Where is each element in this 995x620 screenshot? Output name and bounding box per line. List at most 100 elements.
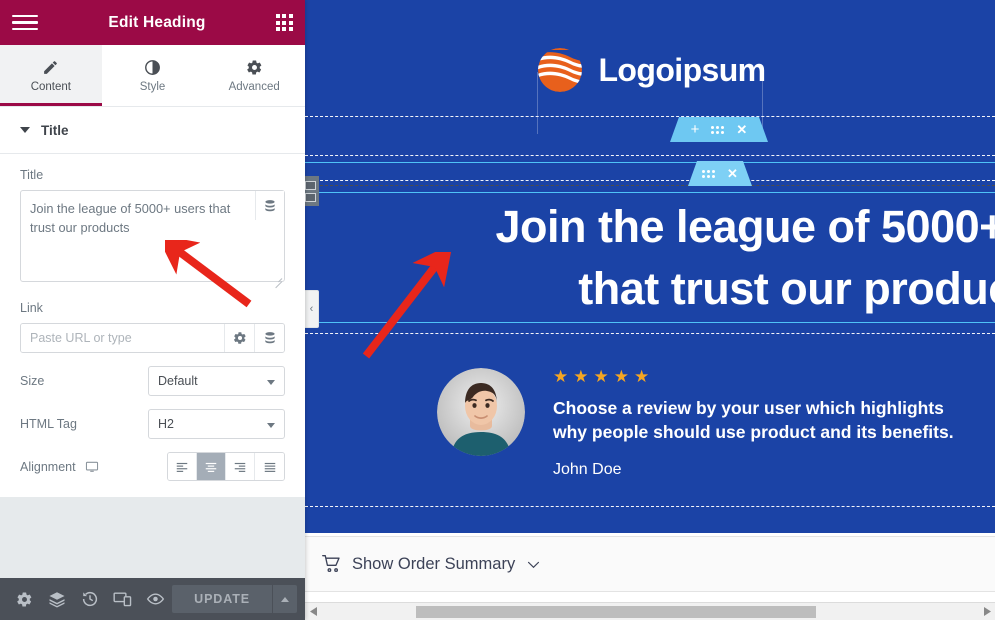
layers-icon [49, 592, 65, 608]
chevron-down-icon[interactable] [525, 556, 542, 573]
testimonial-review-line2: why people should use product and its be… [553, 422, 954, 442]
star-icon: ★ [573, 367, 589, 386]
title-dynamic-tags-button[interactable] [255, 191, 284, 220]
footer-history-button[interactable] [74, 578, 107, 620]
title-textarea[interactable] [20, 190, 285, 282]
tab-style[interactable]: Style [102, 45, 204, 106]
update-button[interactable]: UPDATE [172, 585, 273, 613]
dots-grid-icon[interactable] [702, 170, 715, 178]
html-tag-select-value: H2 [158, 417, 174, 431]
database-stack-icon [265, 199, 275, 211]
section-guide-mid [305, 155, 995, 156]
align-right-icon [234, 462, 246, 472]
tab-content[interactable]: Content [0, 45, 102, 106]
elementor-editor: Edit Heading Content Style Advanced Titl… [0, 0, 995, 620]
gear-icon [17, 591, 32, 607]
chevron-down-icon [267, 380, 275, 385]
footer-responsive-button[interactable] [106, 578, 139, 620]
align-right-button[interactable] [226, 453, 255, 480]
desktop-icon[interactable] [85, 460, 99, 474]
scroll-right-arrow[interactable] [979, 607, 995, 616]
align-left-icon [176, 462, 188, 472]
size-select[interactable]: Default [148, 366, 285, 396]
hamburger-menu-icon[interactable] [12, 13, 38, 33]
section-title-header[interactable]: Title [0, 107, 305, 154]
tab-content-label: Content [30, 80, 71, 93]
link-dynamic-tags-button[interactable] [254, 324, 284, 352]
show-order-summary-bar[interactable]: Show Order Summary [305, 536, 995, 592]
chevron-down-icon [267, 423, 275, 428]
heading-guide-bottom [305, 322, 995, 323]
grid-apps-icon[interactable] [275, 14, 293, 31]
size-label: Size [20, 374, 45, 388]
panel-header: Edit Heading [0, 0, 305, 45]
shopping-cart-icon [322, 555, 340, 572]
hero-heading[interactable]: Join the league of 5000+ users that trus… [305, 196, 995, 320]
section-edit-handle[interactable]: + ✕ [670, 117, 768, 142]
align-center-button[interactable] [197, 453, 226, 480]
logo-right-rule [762, 72, 763, 134]
tab-advanced[interactable]: Advanced [203, 45, 305, 106]
hero-heading-line2: that trust our products [578, 263, 995, 314]
triangle-right-icon [983, 607, 991, 616]
link-input[interactable] [21, 324, 224, 352]
logoipsum-orb-icon [534, 44, 586, 96]
star-icon: ★ [634, 367, 650, 386]
dots-grid-icon[interactable] [711, 126, 724, 134]
update-options-button[interactable] [272, 585, 298, 613]
testimonial-author: John Doe [553, 461, 622, 478]
gear-icon [246, 59, 262, 75]
scrollbar-track[interactable] [321, 603, 979, 620]
scrollbar-thumb[interactable] [416, 605, 816, 618]
footer-settings-button[interactable] [8, 578, 41, 620]
tab-advanced-label: Advanced [228, 80, 280, 93]
html-tag-select[interactable]: H2 [148, 409, 285, 439]
caret-down-icon [20, 127, 30, 133]
responsive-devices-icon [113, 592, 132, 607]
panel-footer: UPDATE [0, 578, 305, 620]
inner-section-guide [305, 180, 995, 181]
scroll-left-arrow[interactable] [305, 607, 321, 616]
section-guide-top [305, 116, 995, 117]
widget-drag-handle-icon[interactable] [305, 176, 319, 206]
eye-icon [147, 593, 165, 605]
html-tag-label: HTML Tag [20, 417, 77, 431]
testimonial-block[interactable]: ★ ★ ★ ★ ★ Choose a review by your user w… [437, 368, 954, 479]
column-edit-handle[interactable]: ✕ [688, 161, 752, 186]
site-logo[interactable]: Logoipsum [305, 34, 995, 134]
testimonial-review-line1: Choose a review by your user which highl… [553, 398, 944, 418]
testimonial-content: ★ ★ ★ ★ ★ Choose a review by your user w… [553, 368, 954, 479]
section-guide-bottom [305, 333, 995, 334]
control-html-tag: HTML Tag H2 [0, 396, 305, 439]
editor-panel: Edit Heading Content Style Advanced Titl… [0, 0, 305, 620]
update-control-group: UPDATE [172, 585, 298, 613]
tab-style-label: Style [139, 80, 166, 93]
gear-icon [233, 332, 246, 344]
panel-empty-area [0, 497, 305, 578]
align-justify-button[interactable] [255, 453, 284, 480]
link-options-button[interactable] [224, 324, 254, 352]
plus-icon[interactable]: + [691, 122, 700, 137]
align-left-button[interactable] [168, 453, 197, 480]
control-link: Link [0, 287, 305, 353]
footer-preview-button[interactable] [139, 578, 172, 620]
alignment-button-group [167, 452, 285, 481]
link-field-label: Link [20, 301, 43, 315]
show-order-summary-label: Show Order Summary [352, 554, 516, 573]
panel-collapse-arrow[interactable]: ‹ [305, 290, 319, 328]
column-guide-top [305, 162, 995, 163]
database-stack-icon [264, 332, 275, 344]
heading-guide-top [305, 192, 995, 193]
panel-title: Edit Heading [108, 13, 206, 31]
close-icon[interactable]: ✕ [727, 167, 738, 180]
horizontal-scrollbar[interactable] [305, 602, 995, 620]
preview-canvas: Logoipsum + ✕ ✕ Join the league of 5000+… [305, 0, 995, 620]
control-alignment: Alignment [0, 439, 305, 497]
footer-navigator-button[interactable] [41, 578, 74, 620]
contrast-icon [145, 59, 160, 75]
align-center-icon [205, 462, 217, 472]
triangle-left-icon [309, 607, 317, 616]
close-icon[interactable]: ✕ [736, 123, 747, 136]
avatar [437, 368, 525, 456]
section-title-label: Title [41, 122, 69, 138]
